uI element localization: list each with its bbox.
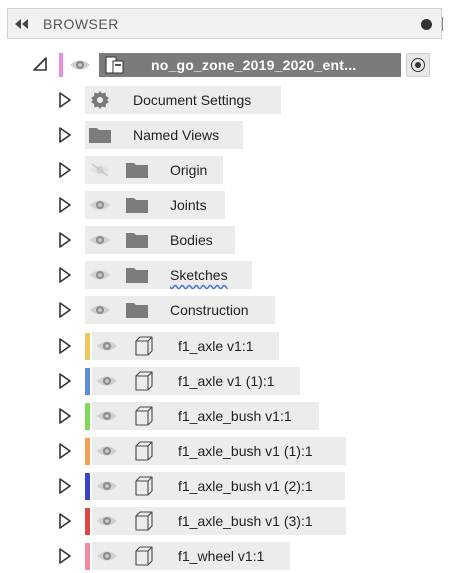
eye-icon[interactable] bbox=[89, 197, 111, 213]
tree-item-component[interactable]: f1_axle_bush v1 (2):1 bbox=[0, 472, 450, 500]
eye-icon[interactable] bbox=[96, 478, 118, 494]
tree-item-label: f1_axle_bush v1 (3):1 bbox=[178, 513, 313, 529]
caret-right-icon[interactable] bbox=[58, 513, 72, 529]
tree-item-sketches[interactable]: Sketches bbox=[0, 261, 450, 289]
tree-item-label: f1_axle v1 (1):1 bbox=[178, 373, 275, 389]
caret-expanded-icon[interactable] bbox=[32, 56, 48, 72]
tree-item-document-settings[interactable]: Document Settings bbox=[0, 86, 450, 114]
tree-item-joints[interactable]: Joints bbox=[0, 191, 450, 219]
caret-right-icon[interactable] bbox=[58, 92, 72, 108]
component-box-icon bbox=[135, 371, 153, 391]
tree-item-label: Document Settings bbox=[133, 92, 252, 108]
root-component-row[interactable]: no_go_zone_2019_2020_ent... bbox=[0, 52, 450, 78]
caret-right-icon[interactable] bbox=[58, 267, 72, 283]
caret-right-icon[interactable] bbox=[58, 232, 72, 248]
root-component-name: no_go_zone_2019_2020_ent... bbox=[151, 57, 357, 73]
tree-item-component[interactable]: f1_axle_bush v1 (3):1 bbox=[0, 507, 450, 535]
eye-icon[interactable] bbox=[96, 408, 118, 424]
dot-icon[interactable] bbox=[421, 19, 432, 30]
tree-item-origin[interactable]: Origin bbox=[0, 156, 450, 184]
tree-item-component[interactable]: f1_wheel v1:1 bbox=[0, 542, 450, 570]
component-color-indicator bbox=[85, 473, 90, 500]
caret-right-icon[interactable] bbox=[58, 338, 72, 354]
caret-right-icon[interactable] bbox=[58, 197, 72, 213]
component-box-icon bbox=[135, 406, 153, 426]
component-box-icon bbox=[135, 476, 153, 496]
root-color-indicator bbox=[59, 53, 63, 77]
radio-icon[interactable] bbox=[406, 53, 430, 77]
caret-right-icon[interactable] bbox=[58, 548, 72, 564]
folder-icon bbox=[126, 163, 148, 178]
caret-right-icon[interactable] bbox=[58, 478, 72, 494]
component-color-indicator bbox=[85, 508, 90, 535]
tree-item-named-views[interactable]: Named Views bbox=[0, 121, 450, 149]
component-box-icon bbox=[135, 511, 153, 531]
component-color-indicator bbox=[85, 333, 90, 360]
browser-title: BROWSER bbox=[43, 16, 119, 32]
tree-item-label: Construction bbox=[170, 302, 249, 318]
tree-item-component[interactable]: f1_axle v1:1 bbox=[0, 332, 450, 360]
eye-icon[interactable] bbox=[89, 267, 111, 283]
caret-right-icon[interactable] bbox=[58, 408, 72, 424]
document-icon bbox=[105, 56, 124, 74]
tree-item-label: f1_axle_bush v1 (2):1 bbox=[178, 478, 313, 494]
caret-right-icon[interactable] bbox=[58, 302, 72, 318]
folder-icon bbox=[126, 233, 148, 248]
tree-item-label: Sketches bbox=[170, 267, 228, 283]
tree-item-label: Origin bbox=[170, 162, 208, 178]
folder-icon bbox=[126, 198, 148, 213]
folder-icon bbox=[89, 128, 111, 143]
eye-icon[interactable] bbox=[89, 302, 111, 318]
browser-panel: BROWSER no_go_zone_2019_2020_ent... Docu… bbox=[0, 0, 450, 573]
tree-item-label: f1_axle_bush v1 (1):1 bbox=[178, 443, 313, 459]
eye-icon[interactable] bbox=[96, 513, 118, 529]
double-chevron-left-icon[interactable] bbox=[15, 19, 29, 29]
component-box-icon bbox=[135, 441, 153, 461]
folder-icon bbox=[126, 303, 148, 318]
gear-icon bbox=[91, 91, 109, 109]
tree-item-component[interactable]: f1_axle v1 (1):1 bbox=[0, 367, 450, 395]
caret-right-icon[interactable] bbox=[58, 127, 72, 143]
eye-hidden-icon[interactable] bbox=[89, 162, 111, 178]
panel-grip-icon[interactable] bbox=[442, 17, 443, 31]
tree-item-label: Named Views bbox=[133, 127, 220, 143]
folder-icon bbox=[126, 268, 148, 283]
tree-item-label: f1_axle_bush v1:1 bbox=[178, 408, 292, 424]
caret-right-icon[interactable] bbox=[58, 162, 72, 178]
tree-item-label: f1_axle v1:1 bbox=[178, 338, 254, 354]
eye-icon[interactable] bbox=[69, 57, 91, 73]
browser-header[interactable]: BROWSER bbox=[7, 8, 443, 39]
component-color-indicator bbox=[85, 403, 90, 430]
component-box-icon bbox=[135, 546, 153, 566]
eye-icon[interactable] bbox=[96, 443, 118, 459]
tree-item-bodies[interactable]: Bodies bbox=[0, 226, 450, 254]
tree-item-label: Bodies bbox=[170, 232, 213, 248]
caret-right-icon[interactable] bbox=[58, 373, 72, 389]
eye-icon[interactable] bbox=[96, 373, 118, 389]
eye-icon[interactable] bbox=[96, 548, 118, 564]
component-color-indicator bbox=[85, 438, 90, 465]
tree-item-construction[interactable]: Construction bbox=[0, 296, 450, 324]
component-color-indicator bbox=[85, 368, 90, 395]
component-color-indicator bbox=[85, 543, 90, 570]
caret-right-icon[interactable] bbox=[58, 443, 72, 459]
tree-item-component[interactable]: f1_axle_bush v1 (1):1 bbox=[0, 437, 450, 465]
eye-icon[interactable] bbox=[89, 232, 111, 248]
tree-item-label: f1_wheel v1:1 bbox=[178, 548, 265, 564]
tree-item-label: Joints bbox=[170, 197, 207, 213]
component-box-icon bbox=[135, 336, 153, 356]
eye-icon[interactable] bbox=[96, 338, 118, 354]
root-component-bar[interactable]: no_go_zone_2019_2020_ent... bbox=[99, 53, 401, 77]
tree-item-component[interactable]: f1_axle_bush v1:1 bbox=[0, 402, 450, 430]
